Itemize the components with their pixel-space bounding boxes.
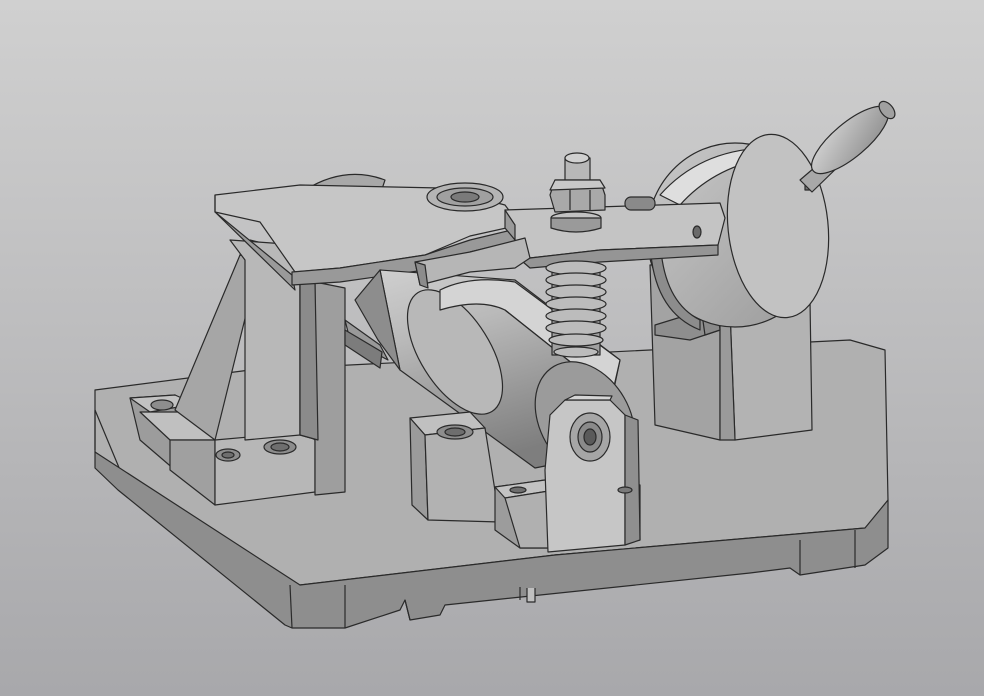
cad-viewport[interactable] [0, 0, 984, 696]
compression-spring [545, 260, 607, 358]
assembly-drawing [0, 0, 984, 696]
